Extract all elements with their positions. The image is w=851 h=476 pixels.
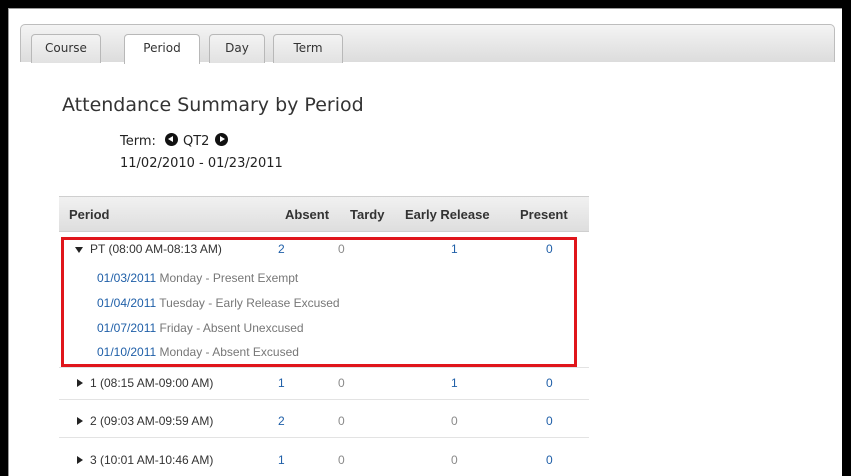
- tab-day[interactable]: Day: [209, 34, 265, 63]
- present-count[interactable]: 0: [546, 453, 553, 467]
- tab-course[interactable]: Course: [31, 34, 101, 63]
- tab-period[interactable]: Period: [124, 34, 200, 64]
- term-date-range: 11/02/2010 - 01/23/2011: [120, 156, 283, 171]
- table-header: Period Absent Tardy Early Release Presen…: [59, 196, 589, 232]
- absent-count[interactable]: 1: [278, 376, 285, 390]
- circle-arrow-left-icon[interactable]: [165, 133, 178, 146]
- attendance-detail: 01/07/2011 Friday - Absent Unexcused: [97, 321, 304, 335]
- early-release-count[interactable]: 1: [451, 242, 458, 256]
- column-header-present[interactable]: Present: [520, 207, 568, 222]
- tardy-count: 0: [338, 376, 345, 390]
- term-label: Term:: [120, 134, 156, 149]
- page-title: Attendance Summary by Period: [62, 94, 364, 116]
- detail-date-link[interactable]: 01/07/2011: [97, 321, 156, 335]
- expand-triangle-icon[interactable]: [77, 456, 83, 464]
- detail-date-link[interactable]: 01/10/2011: [97, 345, 156, 359]
- detail-date-link[interactable]: 01/04/2011: [97, 296, 156, 310]
- term-value: QT2: [183, 134, 210, 149]
- detail-text: Friday - Absent Unexcused: [159, 321, 304, 335]
- collapse-triangle-icon[interactable]: [75, 247, 83, 253]
- window-left-border: [0, 0, 8, 476]
- window-right-border: [842, 0, 851, 476]
- attendance-detail: 01/03/2011 Monday - Present Exempt: [97, 271, 298, 285]
- detail-date-link[interactable]: 01/03/2011: [97, 271, 156, 285]
- period-label: 1 (08:15 AM-09:00 AM): [90, 376, 214, 390]
- early-release-count: 0: [451, 453, 458, 467]
- present-count[interactable]: 0: [546, 242, 553, 256]
- early-release-count[interactable]: 1: [451, 376, 458, 390]
- tardy-count: 0: [338, 414, 345, 428]
- present-count[interactable]: 0: [546, 414, 553, 428]
- row-divider: [59, 367, 589, 368]
- tab-strip: Course Period Day Term: [20, 24, 835, 64]
- tardy-count: 0: [338, 242, 345, 256]
- absent-count[interactable]: 1: [278, 453, 285, 467]
- tardy-count: 0: [338, 453, 345, 467]
- expand-triangle-icon[interactable]: [77, 417, 83, 425]
- column-header-period[interactable]: Period: [69, 207, 109, 222]
- detail-text: Monday - Absent Excused: [159, 345, 299, 359]
- tab-term[interactable]: Term: [273, 34, 343, 63]
- circle-arrow-right-icon[interactable]: [215, 133, 228, 146]
- period-label: 3 (10:01 AM-10:46 AM): [90, 453, 214, 467]
- detail-text: Monday - Present Exempt: [159, 271, 299, 285]
- absent-count[interactable]: 2: [278, 414, 285, 428]
- column-header-tardy[interactable]: Tardy: [350, 207, 384, 222]
- column-header-absent[interactable]: Absent: [285, 207, 329, 222]
- period-label: PT (08:00 AM-08:13 AM): [90, 242, 222, 256]
- absent-count[interactable]: 2: [278, 242, 285, 256]
- period-label: 2 (09:03 AM-09:59 AM): [90, 414, 214, 428]
- detail-text: Tuesday - Early Release Excused: [159, 296, 340, 310]
- attendance-detail: 01/04/2011 Tuesday - Early Release Excus…: [97, 296, 340, 310]
- attendance-detail: 01/10/2011 Monday - Absent Excused: [97, 345, 299, 359]
- present-count[interactable]: 0: [546, 376, 553, 390]
- row-divider: [59, 437, 589, 438]
- expand-triangle-icon[interactable]: [77, 379, 83, 387]
- row-divider: [59, 399, 589, 400]
- early-release-count: 0: [451, 414, 458, 428]
- column-header-early-release[interactable]: Early Release: [405, 207, 490, 222]
- window-top-border: [0, 0, 851, 8]
